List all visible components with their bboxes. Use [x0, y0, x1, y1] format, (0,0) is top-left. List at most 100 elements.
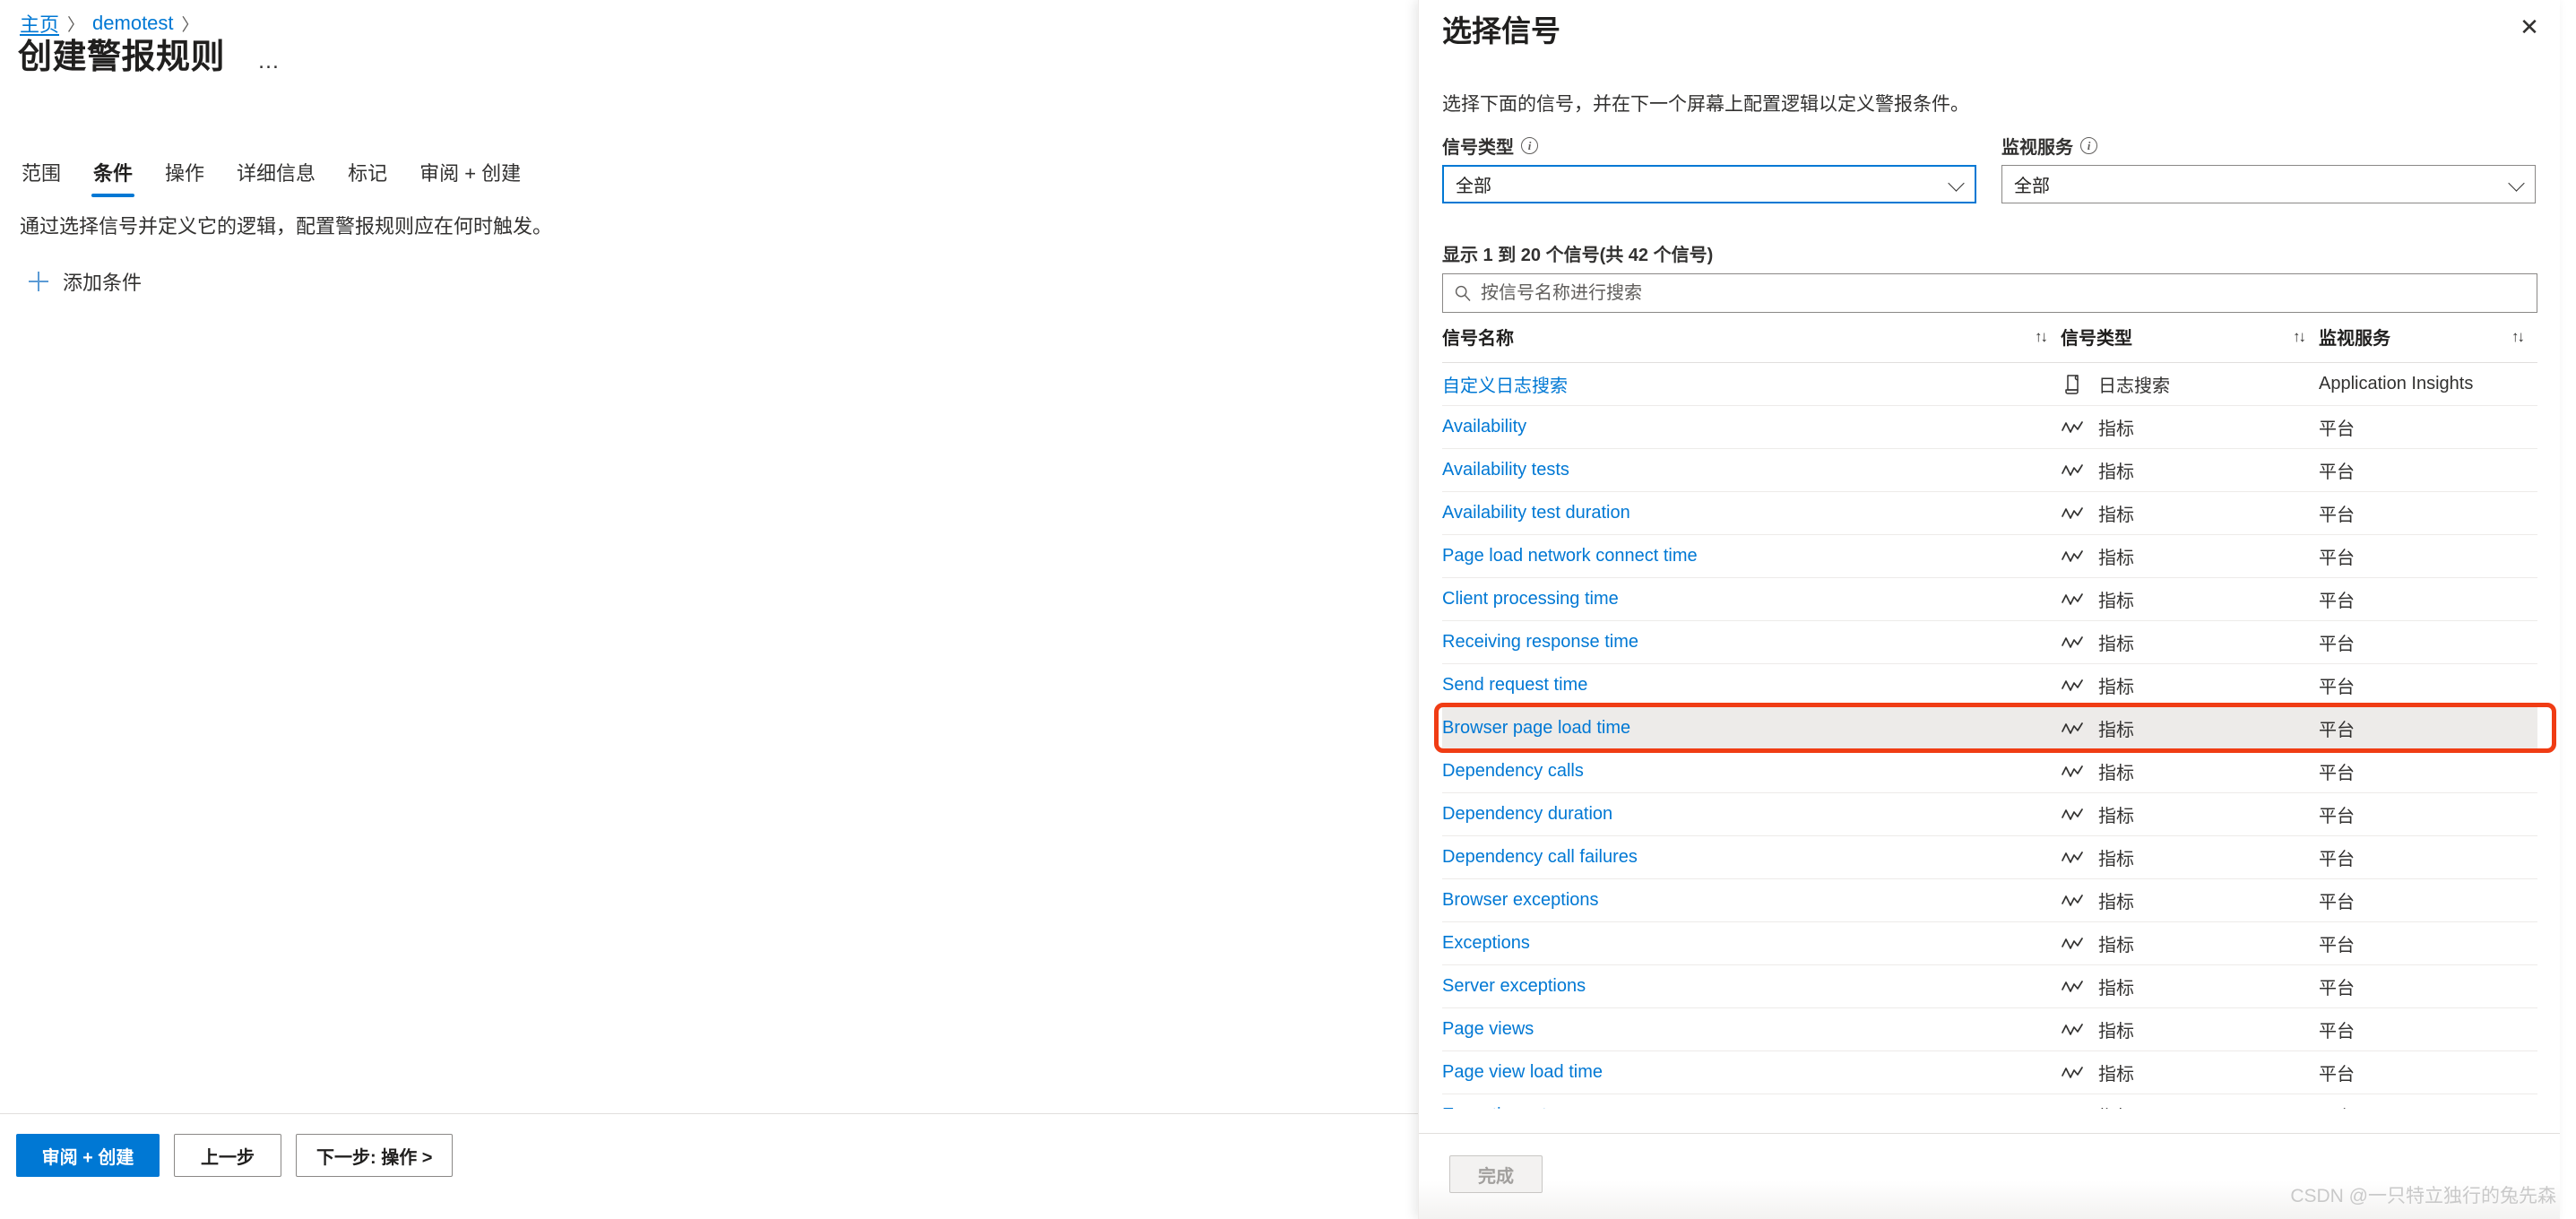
table-row[interactable]: Browser page load time 指标 平台	[1442, 706, 2537, 750]
review-create-button[interactable]: 审阅 + 创建	[16, 1134, 160, 1177]
monitor-service-text: 平台	[2319, 979, 2355, 999]
breadcrumb-demotest[interactable]: demotest	[92, 12, 174, 35]
cell-signal-type: 指标	[2061, 921, 2319, 965]
column-monitor-service[interactable]: 监视服务 ↑↓	[2319, 320, 2537, 363]
signal-name-link[interactable]: Exceptions	[1442, 933, 1530, 953]
signal-type-text: 指标	[2098, 721, 2134, 740]
metric-icon	[2061, 418, 2084, 437]
info-icon[interactable]: i	[1521, 137, 1538, 154]
monitor-service-select[interactable]: 全部	[2001, 165, 2536, 203]
tab-condition[interactable]: 条件	[77, 154, 149, 199]
cell-signal-type: 日志搜索	[2061, 362, 2319, 406]
tab-review-create[interactable]: 审阅 + 创建	[403, 154, 537, 199]
table-row[interactable]: Page view load time 指标 平台	[1442, 1050, 2537, 1094]
cell-signal-type: 指标	[2061, 491, 2319, 535]
sort-icon[interactable]: ↑↓	[2511, 328, 2525, 346]
table-row[interactable]: Availability test duration 指标 平台	[1442, 491, 2537, 535]
table-row[interactable]: Server exceptions 指标 平台	[1442, 964, 2537, 1008]
signal-name-link[interactable]: Client processing time	[1442, 589, 1619, 609]
signal-name-link[interactable]: Dependency call failures	[1442, 847, 1638, 867]
signal-name-link[interactable]: Send request time	[1442, 675, 1587, 695]
signal-name-link[interactable]: Page load network connect time	[1442, 546, 1698, 566]
cell-monitor-service: 平台	[2319, 1007, 2537, 1051]
table-row[interactable]: 自定义日志搜索 日志搜索 Application Insights	[1442, 362, 2537, 406]
cell-monitor-service: 平台	[2319, 964, 2537, 1008]
table-row[interactable]: Send request time 指标 平台	[1442, 663, 2537, 707]
signal-name-link[interactable]: Dependency duration	[1442, 804, 1612, 824]
table-row[interactable]: Page load network connect time 指标 平台	[1442, 534, 2537, 578]
signal-name-link[interactable]: Page view load time	[1442, 1062, 1603, 1082]
signal-name-link[interactable]: Page views	[1442, 1019, 1534, 1039]
monitor-service-text: 平台	[2319, 764, 2355, 783]
previous-button[interactable]: 上一步	[174, 1134, 281, 1177]
metric-icon	[2061, 1106, 2084, 1110]
signal-type-text: 指标	[2098, 1065, 2134, 1085]
tab-scope[interactable]: 范围	[18, 154, 77, 199]
table-row[interactable]: Dependency duration 指标 平台	[1442, 792, 2537, 836]
table-row[interactable]: Client processing time 指标 平台	[1442, 577, 2537, 621]
table-row[interactable]: Browser exceptions 指标 平台	[1442, 878, 2537, 922]
add-condition-button[interactable]: 添加条件	[29, 267, 142, 296]
table-row[interactable]: Page views 指标 平台	[1442, 1007, 2537, 1051]
monitor-service-label-row: 监视服务 i	[2001, 133, 2536, 159]
sort-icon[interactable]: ↑↓	[2035, 328, 2048, 346]
signal-type-label-row: 信号类型 i	[1442, 133, 1976, 159]
signal-type-text: 指标	[2098, 764, 2134, 783]
tab-tags[interactable]: 标记	[332, 154, 403, 199]
signal-type-select[interactable]: 全部	[1442, 165, 1976, 203]
table-row[interactable]: Receiving response time 指标 平台	[1442, 620, 2537, 664]
cell-signal-type: 指标	[2061, 1050, 2319, 1094]
table-row[interactable]: Dependency calls 指标 平台	[1442, 749, 2537, 793]
monitor-service-text: 平台	[2319, 721, 2355, 740]
tab-details[interactable]: 详细信息	[220, 154, 332, 199]
panel-header: 选择信号 ✕	[1419, 0, 2560, 63]
signal-name-link[interactable]: Receiving response time	[1442, 632, 1638, 652]
signal-name-link[interactable]: Dependency calls	[1442, 761, 1584, 781]
breadcrumb: 主页 〉 demotest 〉	[20, 9, 199, 38]
signal-name-link[interactable]: Browser exceptions	[1442, 890, 1599, 910]
condition-description: 通过选择信号并定义它的逻辑，配置警报规则应在何时触发。	[20, 215, 553, 238]
signal-name-link[interactable]: Browser page load time	[1442, 718, 1630, 738]
cell-signal-type: 指标	[2061, 749, 2319, 793]
table-row[interactable]: Dependency call failures 指标 平台	[1442, 835, 2537, 879]
breadcrumb-home[interactable]: 主页	[20, 9, 59, 38]
signal-type-text: 指标	[2098, 549, 2134, 568]
cell-signal-name: Server exceptions	[1442, 964, 2061, 1008]
signal-name-link[interactable]: 自定义日志搜索	[1442, 376, 1568, 396]
signal-type-text: 指标	[2098, 678, 2134, 697]
signal-type-text: 指标	[2098, 893, 2134, 912]
plus-icon	[29, 272, 48, 291]
signals-table: 信号名称 ↑↓ 信号类型 ↑↓ 监视服务 ↑↓ 自定义日志搜索 日志搜索 App…	[1442, 320, 2537, 1109]
search-box[interactable]	[1442, 273, 2537, 313]
signal-name-link[interactable]: Availability	[1442, 417, 1526, 437]
table-row[interactable]: Availability tests 指标 平台	[1442, 448, 2537, 492]
signal-type-text: 指标	[2098, 635, 2134, 654]
table-row[interactable]: Exceptions 指标 平台	[1442, 921, 2537, 965]
cell-signal-name: Exception rate	[1442, 1094, 2061, 1109]
tab-actions[interactable]: 操作	[149, 154, 220, 199]
monitor-service-text: 平台	[2319, 678, 2355, 697]
next-actions-button[interactable]: 下一步: 操作 >	[296, 1134, 454, 1177]
column-signal-name[interactable]: 信号名称 ↑↓	[1442, 320, 2061, 363]
table-row[interactable]: Availability 指标 平台	[1442, 405, 2537, 449]
search-input[interactable]	[1481, 282, 2526, 304]
signal-name-link[interactable]: Availability test duration	[1442, 503, 1630, 523]
table-row[interactable]: Exception rate 指标平台	[1442, 1094, 2537, 1110]
sort-icon[interactable]: ↑↓	[2293, 328, 2306, 346]
column-signal-name-label: 信号名称	[1442, 329, 1514, 349]
add-condition-label: 添加条件	[63, 272, 143, 294]
more-actions-button[interactable]: …	[252, 47, 287, 76]
done-button[interactable]: 完成	[1449, 1155, 1543, 1193]
cell-signal-name: Availability tests	[1442, 448, 2061, 492]
signal-name-link[interactable]: Exception rate	[1442, 1105, 1557, 1109]
cell-signal-type: 指标	[2061, 405, 2319, 449]
info-icon[interactable]: i	[2080, 137, 2097, 154]
monitor-service-text: 平台	[2319, 936, 2355, 955]
signal-type-text: 指标	[2098, 463, 2134, 482]
close-icon[interactable]: ✕	[2508, 5, 2551, 48]
monitor-service-text: 平台	[2319, 419, 2355, 439]
signal-name-link[interactable]: Server exceptions	[1442, 976, 1586, 996]
monitor-service-text: 平台	[2319, 592, 2355, 611]
column-signal-type[interactable]: 信号类型 ↑↓	[2061, 320, 2319, 363]
signal-name-link[interactable]: Availability tests	[1442, 460, 1569, 480]
